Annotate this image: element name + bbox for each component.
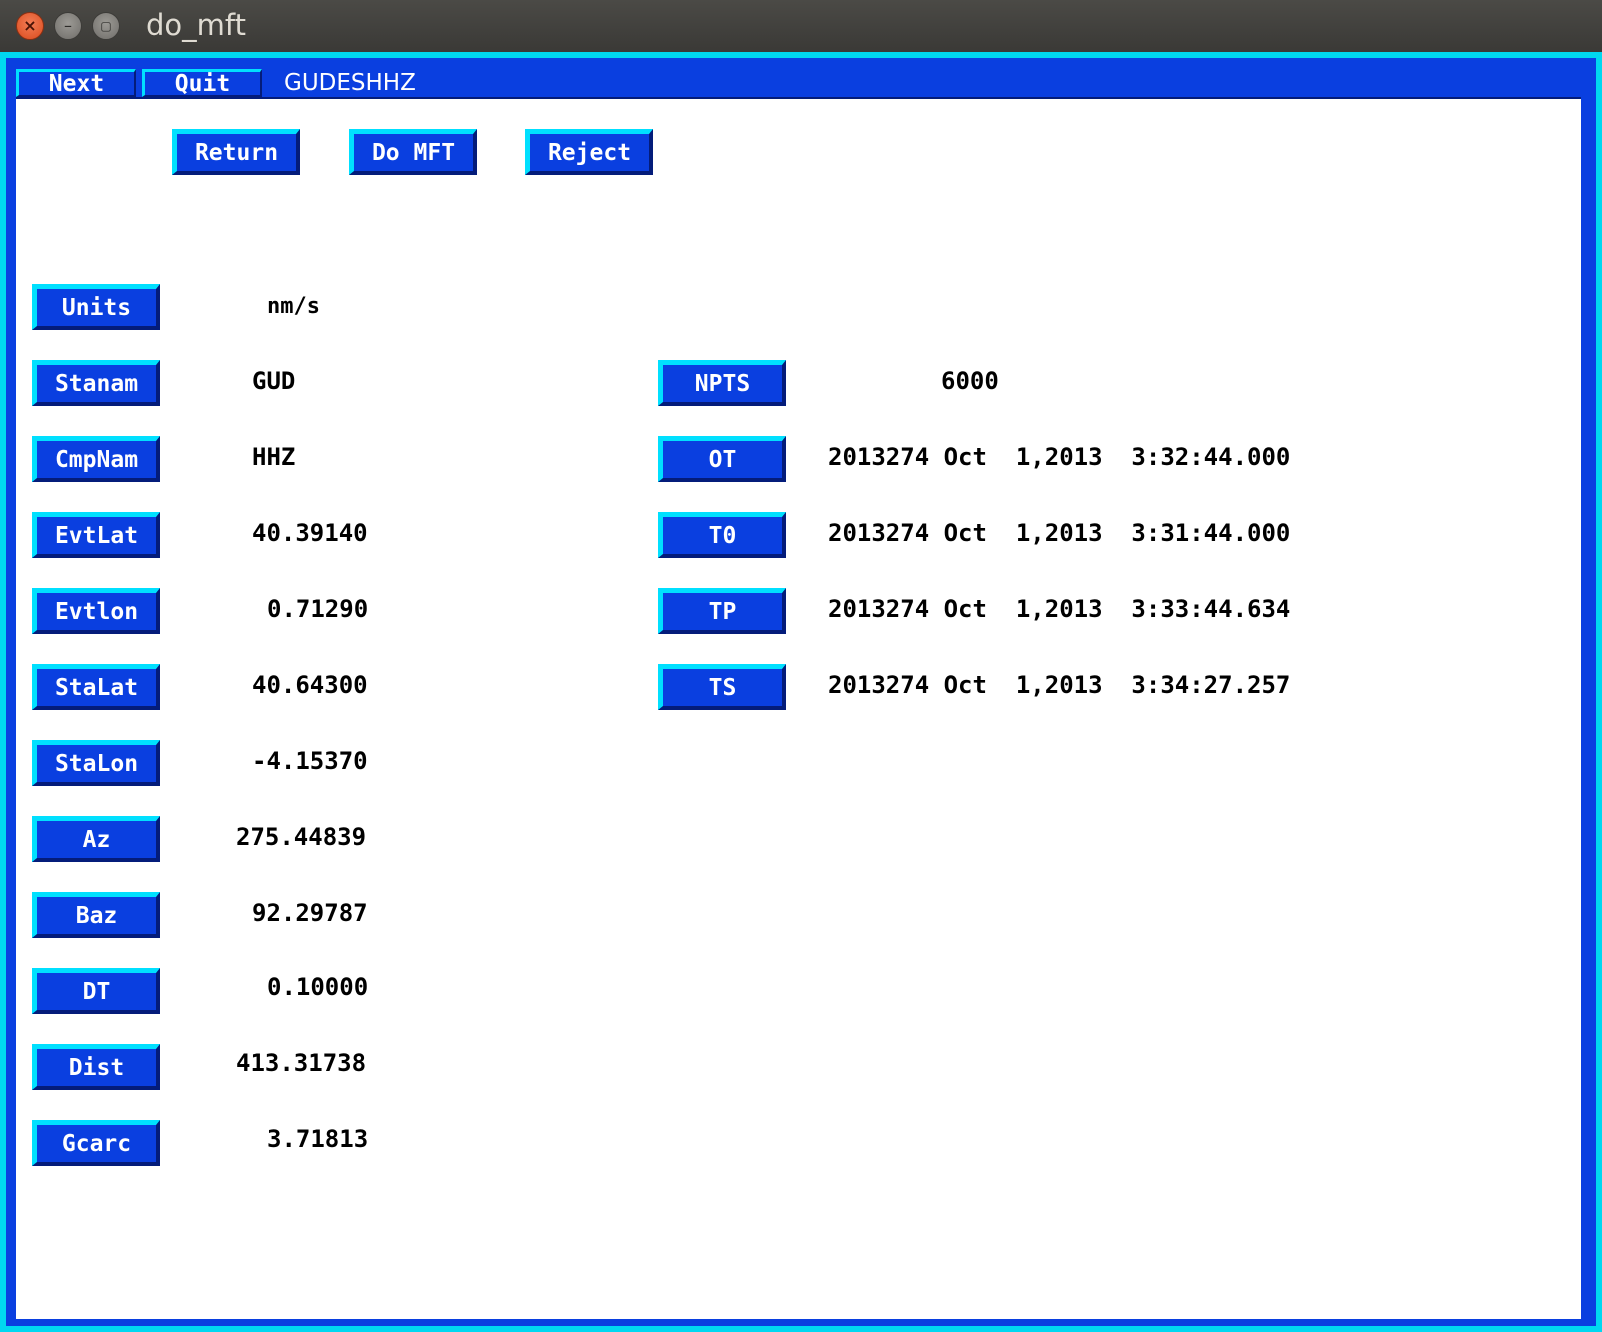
stanam-value: GUD: [252, 367, 296, 395]
ts-value: 2013274 Oct 1,2013 3:34:27.257: [828, 671, 1291, 699]
units-value: nm/s: [267, 294, 320, 319]
minimize-window-button[interactable]: –: [54, 12, 82, 40]
tp-value: 2013274 Oct 1,2013 3:33:44.634: [828, 595, 1291, 623]
stanam-button[interactable]: Stanam: [32, 360, 160, 406]
ot-button[interactable]: OT: [658, 436, 786, 482]
az-value: 275.44839: [236, 823, 367, 851]
cmpnam-value: HHZ: [252, 443, 296, 471]
t0-value: 2013274 Oct 1,2013 3:31:44.000: [828, 519, 1291, 547]
ts-button[interactable]: TS: [658, 664, 786, 710]
do-mft-button[interactable]: Do MFT: [349, 129, 477, 175]
window-titlebar: × – ▢ do_mft: [0, 0, 1602, 52]
cmpnam-button[interactable]: CmpNam: [32, 436, 160, 482]
dist-value: 413.31738: [236, 1049, 367, 1077]
dt-value: 0.10000: [267, 973, 369, 1001]
t0-button[interactable]: T0: [658, 512, 786, 558]
minimize-icon: –: [64, 16, 72, 35]
maximize-window-button[interactable]: ▢: [92, 12, 120, 40]
close-icon: ×: [23, 16, 37, 35]
stalat-button[interactable]: StaLat: [32, 664, 160, 710]
stalat-value: 40.64300: [252, 671, 368, 699]
record-title: GUDESHHZ: [284, 70, 416, 96]
units-button[interactable]: Units: [32, 284, 160, 330]
close-window-button[interactable]: ×: [16, 12, 44, 40]
reject-button[interactable]: Reject: [525, 129, 653, 175]
evtlon-button[interactable]: Evtlon: [32, 588, 160, 634]
evtlon-value: 0.71290: [267, 595, 369, 623]
dist-button[interactable]: Dist: [32, 1044, 160, 1090]
return-button[interactable]: Return: [172, 129, 300, 175]
window-title: do_mft: [146, 8, 246, 42]
menubar: Next Quit GUDESHHZ: [16, 66, 1581, 99]
npts-value: 6000: [941, 367, 999, 395]
gcarc-value: 3.71813: [267, 1125, 369, 1153]
evtlat-value: 40.39140: [252, 519, 368, 547]
tp-button[interactable]: TP: [658, 588, 786, 634]
maximize-icon: ▢: [100, 19, 112, 33]
stalon-value: -4.15370: [252, 747, 368, 775]
ot-value: 2013274 Oct 1,2013 3:32:44.000: [828, 443, 1291, 471]
baz-button[interactable]: Baz: [32, 892, 160, 938]
az-button[interactable]: Az: [32, 816, 160, 862]
stalon-button[interactable]: StaLon: [32, 740, 160, 786]
baz-value: 92.29787: [252, 899, 368, 927]
quit-button[interactable]: Quit: [142, 69, 262, 97]
main-canvas: Return Do MFT Reject Units nm/s Stanam G…: [16, 99, 1581, 1319]
evtlat-button[interactable]: EvtLat: [32, 512, 160, 558]
gcarc-button[interactable]: Gcarc: [32, 1120, 160, 1166]
dt-button[interactable]: DT: [32, 968, 160, 1014]
npts-button[interactable]: NPTS: [658, 360, 786, 406]
next-button[interactable]: Next: [16, 69, 136, 97]
